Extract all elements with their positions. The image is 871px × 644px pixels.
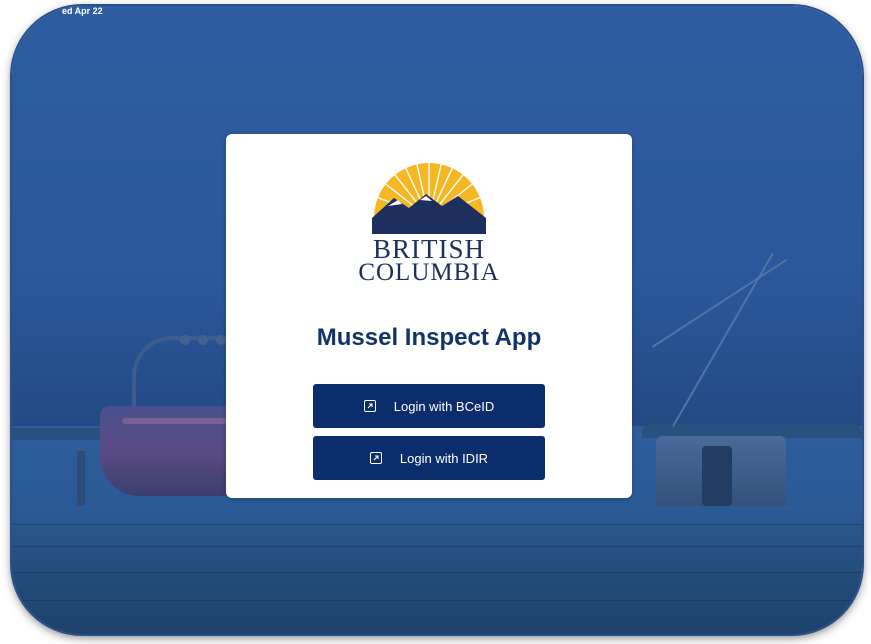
dock <box>12 506 862 634</box>
app-title: Mussel Inspect App <box>316 324 542 351</box>
external-link-icon <box>363 400 376 412</box>
fishing-rod <box>672 252 774 427</box>
boat-motor <box>702 446 732 506</box>
bc-sun-mountain-icon <box>372 163 486 234</box>
status-bar: ed Apr 22 <box>0 0 871 20</box>
login-card: BRITISH COLUMBIA Mussel Inspect App Logi… <box>226 134 632 498</box>
status-date: ed Apr 22 <box>62 6 103 16</box>
external-link-icon <box>369 452 382 464</box>
login-idir-label: Login with IDIR <box>399 450 489 466</box>
bc-logo: BRITISH COLUMBIA <box>354 156 504 286</box>
fishing-rod <box>652 258 788 348</box>
login-bceid-label: Login with BCeID <box>393 398 495 414</box>
login-idir-button[interactable]: Login with IDIR <box>313 436 545 480</box>
dock-pole <box>77 451 85 511</box>
login-bceid-button[interactable]: Login with BCeID <box>313 384 545 428</box>
logo-text-columbia: COLUMBIA <box>358 259 500 286</box>
